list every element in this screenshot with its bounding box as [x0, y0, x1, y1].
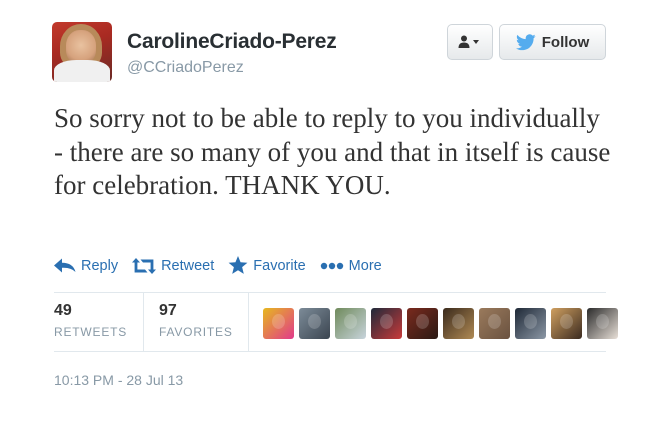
favoriter-avatar-7[interactable] [479, 308, 510, 339]
favorite-label: Favorite [253, 257, 306, 274]
avatar-detail [488, 314, 501, 329]
avatar-detail [560, 314, 573, 329]
tweet-actions: Reply Retweet Favorite More [54, 256, 396, 275]
profile-avatar[interactable] [52, 22, 112, 82]
retweets-count: 49 [54, 302, 72, 319]
stats-divider [143, 293, 144, 351]
stats-divider [248, 293, 249, 351]
username-handle[interactable]: @CCriadoPerez [127, 59, 244, 77]
avatar-detail [596, 314, 609, 329]
retweet-action[interactable]: Retweet [132, 257, 215, 274]
tweet-timestamp[interactable]: 10:13 PM - 28 Jul 13 [54, 372, 183, 388]
avatar-body [54, 60, 110, 82]
user-actions-button[interactable] [447, 24, 493, 60]
reply-action[interactable]: Reply [54, 258, 118, 274]
favoriter-avatar-8[interactable] [515, 308, 546, 339]
favoriter-avatar-3[interactable] [335, 308, 366, 339]
more-dots-icon [320, 262, 343, 269]
tweet-text: So sorry not to be able to reply to you … [54, 103, 611, 200]
reply-label: Reply [81, 257, 119, 274]
favoriter-avatar-5[interactable] [407, 308, 438, 339]
favorite-action[interactable]: Favorite [228, 256, 306, 275]
favoriter-avatar-4[interactable] [371, 308, 402, 339]
avatar-detail [272, 314, 285, 329]
avatar-detail [524, 314, 537, 329]
avatar-detail [380, 314, 393, 329]
more-action[interactable]: More [320, 258, 382, 274]
favoriters-avatars [263, 308, 618, 339]
more-label: More [348, 257, 382, 274]
avatar-face [66, 30, 96, 64]
display-name[interactable]: CarolineCriado-Perez [127, 30, 337, 54]
favorites-count: 97 [159, 302, 177, 319]
reply-icon [54, 258, 76, 273]
favoriter-avatar-2[interactable] [299, 308, 330, 339]
tweet-stats: 49 RETWEETS 97 FAVORITES [54, 292, 618, 352]
follow-button[interactable]: Follow [499, 24, 606, 60]
favoriter-avatar-6[interactable] [443, 308, 474, 339]
twitter-bird-icon [515, 33, 536, 50]
user-dropdown-icon [458, 35, 479, 48]
favoriter-avatar-9[interactable] [551, 308, 582, 339]
retweet-label: Retweet [161, 257, 215, 274]
retweets-stat[interactable]: 49 RETWEETS [54, 302, 127, 339]
avatar-detail [416, 314, 429, 329]
favoriter-avatar-10[interactable] [587, 308, 618, 339]
retweets-label: RETWEETS [54, 325, 128, 339]
avatar-detail [344, 314, 357, 329]
favorites-stat[interactable]: 97 FAVORITES [159, 302, 233, 339]
favorites-label: FAVORITES [159, 325, 233, 339]
star-icon [228, 256, 248, 274]
favoriter-avatar-1[interactable] [263, 308, 294, 339]
retweet-icon [132, 257, 157, 274]
avatar-detail [308, 314, 321, 329]
follow-label: Follow [541, 33, 590, 51]
avatar-detail [452, 314, 465, 329]
